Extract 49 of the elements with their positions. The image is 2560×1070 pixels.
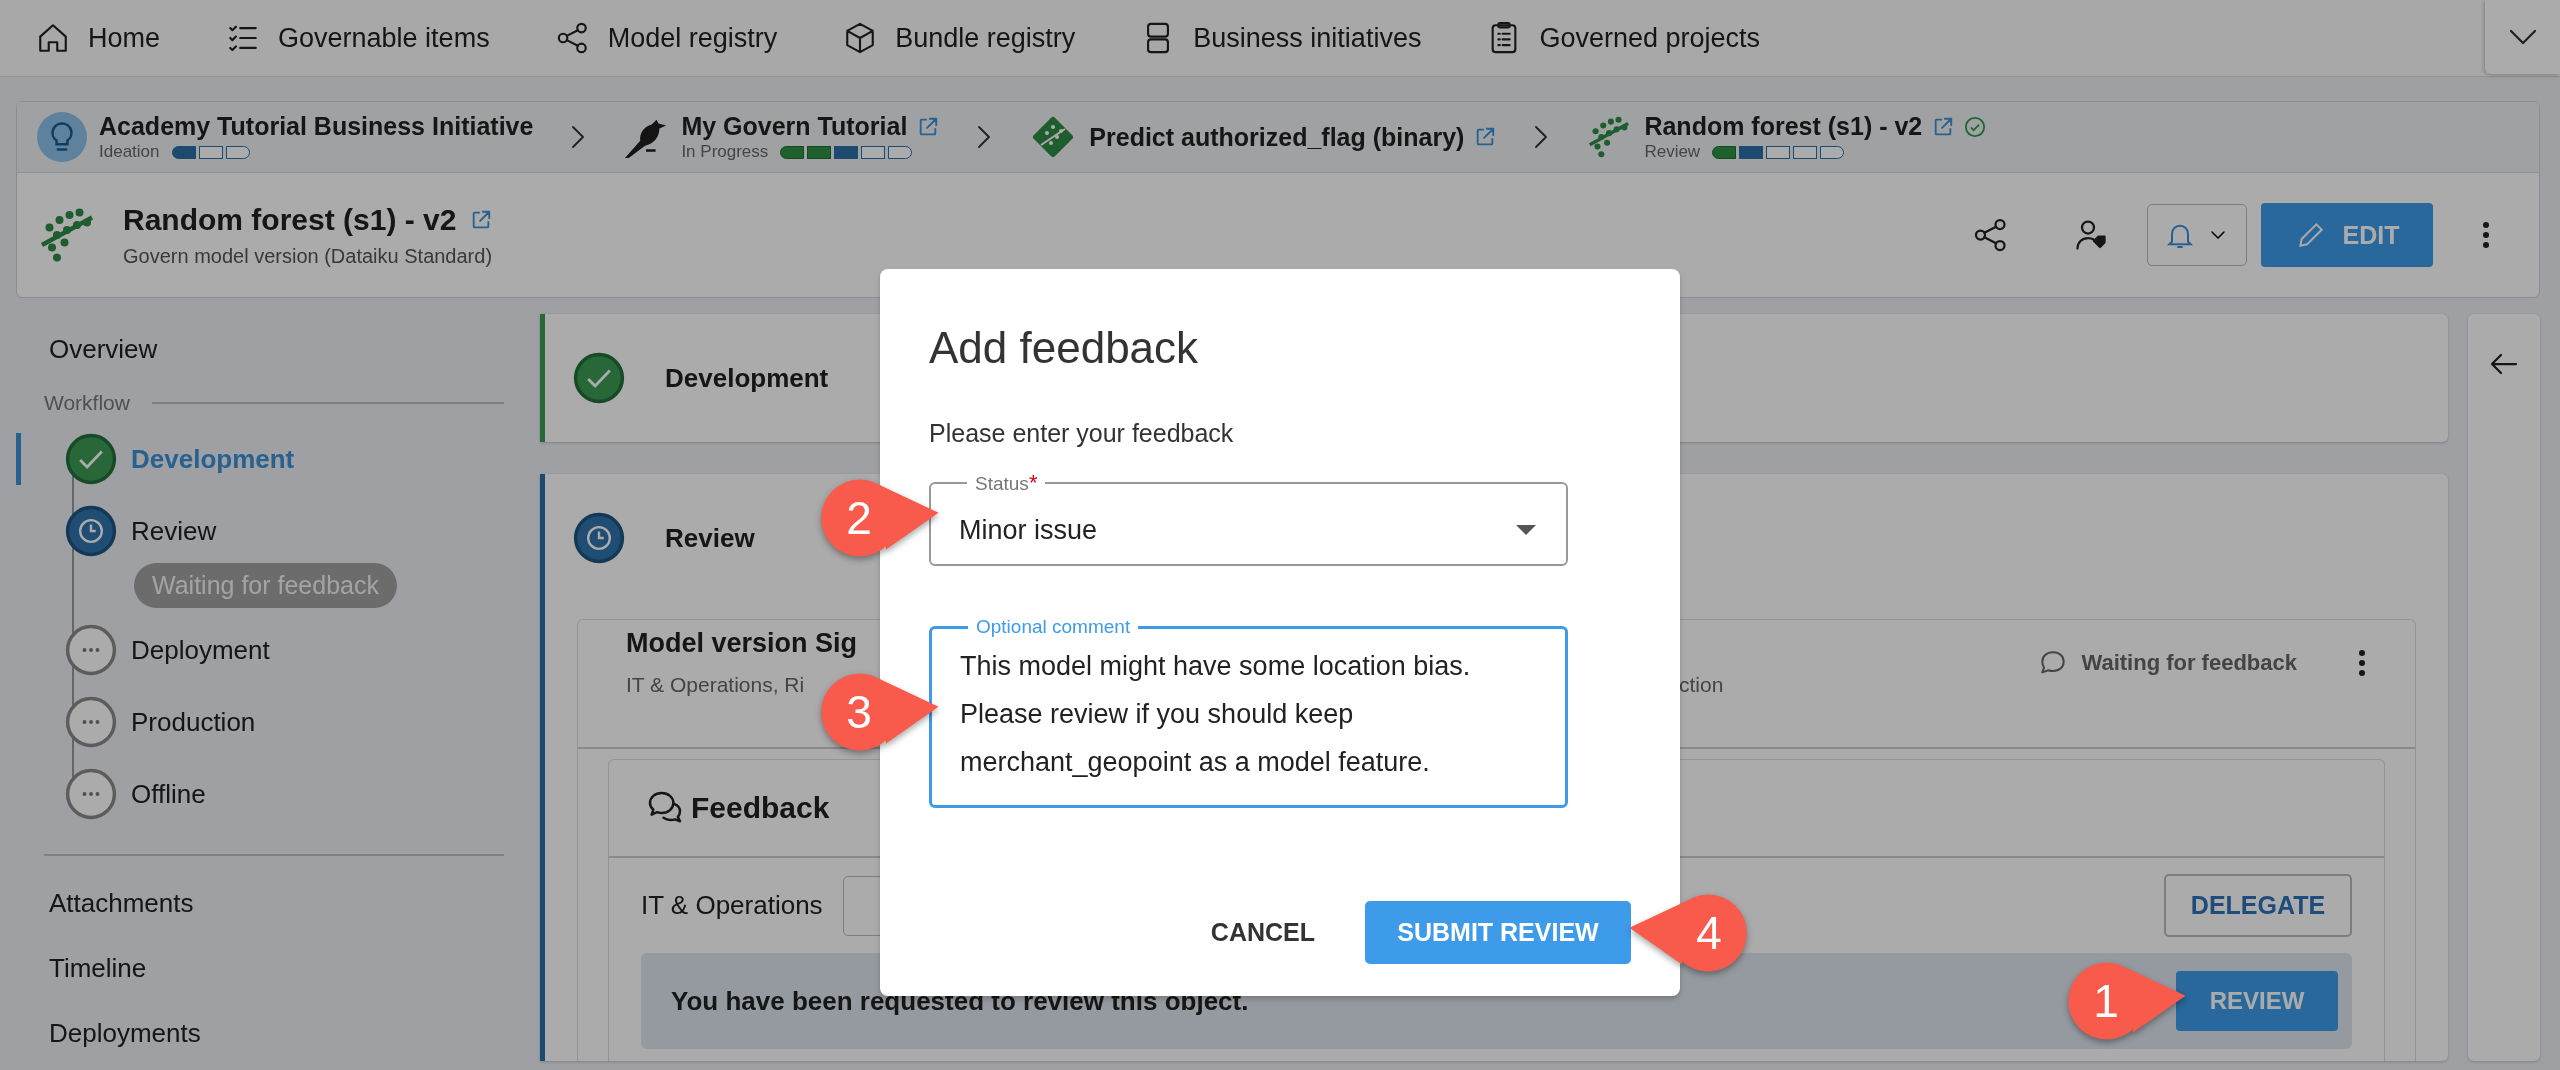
card-title: Model version Sig — [626, 628, 858, 659]
external-link-icon[interactable] — [470, 208, 493, 231]
external-link-icon[interactable] — [1474, 126, 1497, 148]
sidebar-link[interactable]: Attachments — [0, 876, 520, 931]
breadcrumb-link[interactable]: My Govern Tutorial — [681, 112, 908, 141]
user-tag-icon — [2073, 217, 2109, 253]
external-link-icon[interactable] — [1932, 115, 1955, 138]
lightbulb-icon — [37, 112, 87, 162]
page-title: Random forest (s1) - v2 — [123, 202, 457, 237]
stage-label: In Progress — [681, 142, 769, 162]
nav-link[interactable]: Governed projects — [1487, 21, 1761, 55]
nav-link[interactable]: Governable items — [226, 21, 490, 55]
workflow-step[interactable]: Deployment — [16, 624, 520, 676]
status-text: Waiting for feedback — [2081, 649, 2297, 676]
more-icon — [2481, 220, 2491, 250]
card-title: Feedback — [691, 791, 830, 825]
stage-label: Ideation — [99, 142, 160, 162]
dropdown-arrow-icon — [1514, 523, 1538, 537]
dialog-prompt: Please enter your feedback — [929, 419, 1235, 448]
section-label: Workflow — [44, 391, 130, 415]
group-label: IT & Operations — [641, 890, 823, 921]
card-subtitle: ction — [1679, 673, 1724, 697]
breadcrumb-link[interactable]: Academy Tutorial Business Initiative — [99, 112, 534, 141]
external-link-icon[interactable] — [917, 115, 940, 138]
workflow-step[interactable]: Review — [16, 505, 520, 557]
nav-link[interactable]: Model registry — [555, 21, 778, 55]
workflow-step[interactable]: Offline — [16, 768, 520, 820]
cancel-button[interactable]: CANCEL — [1210, 908, 1315, 957]
sidebar-link[interactable]: Overview — [0, 322, 520, 377]
home-icon — [36, 21, 70, 55]
nodes-icon — [555, 21, 590, 55]
sidebar-link[interactable]: Timeline — [0, 941, 520, 996]
dialog-title: Add feedback — [929, 323, 1200, 373]
breadcrumb-link[interactable]: Random forest (s1) - v2 — [1644, 112, 1923, 141]
card-subtitle: IT & Operations, Ri — [626, 673, 805, 697]
notifications-dropdown[interactable] — [2147, 204, 2247, 266]
breadcrumb-link[interactable]: Predict authorized_flag (binary) — [1089, 122, 1465, 152]
sidebar-link[interactable]: Deployments — [0, 1006, 520, 1061]
workflow-step[interactable]: Production — [16, 696, 520, 748]
step-title: Review — [665, 522, 755, 554]
page-subtitle: Govern model version (Dataiku Standard) — [123, 244, 494, 268]
nav-link[interactable]: Business initiatives — [1141, 21, 1422, 55]
delegate-button[interactable]: DELEGATE — [2164, 874, 2352, 937]
step-title: Development — [665, 362, 829, 394]
nav-link[interactable]: Home — [36, 21, 161, 55]
nodes-icon — [1973, 217, 2009, 253]
nav-link[interactable]: Bundle registry — [843, 21, 1076, 55]
stage-label: Review — [1644, 142, 1701, 162]
more-icon — [2357, 647, 2367, 678]
